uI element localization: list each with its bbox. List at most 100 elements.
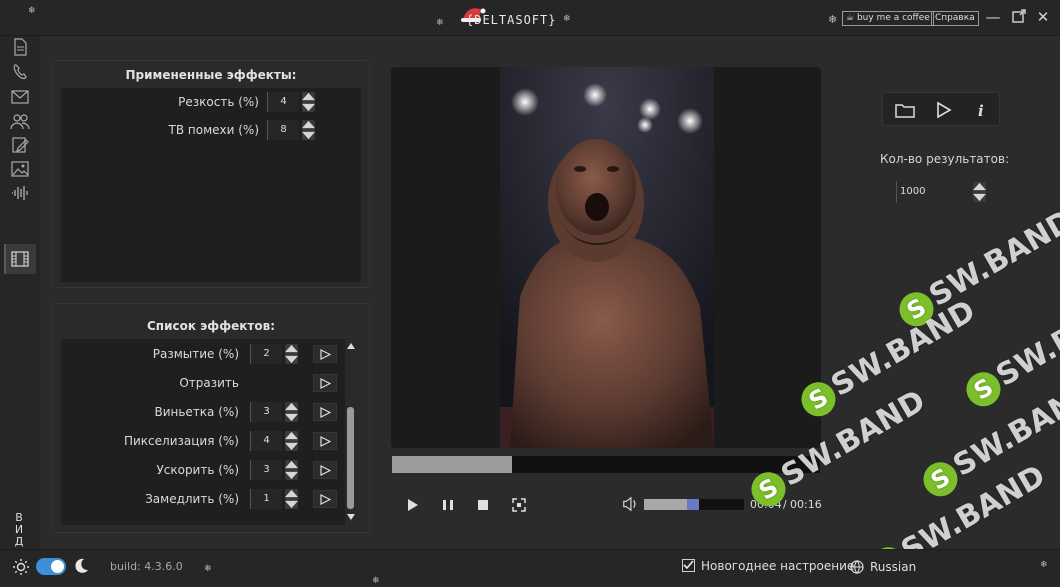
- effect-spinner[interactable]: [285, 489, 298, 509]
- effect-row: Виньетка (%) 3: [61, 401, 345, 423]
- film-icon[interactable]: [10, 250, 30, 268]
- effect-spinner[interactable]: [285, 431, 298, 451]
- build-version: build: 4.3.6.0: [110, 560, 183, 573]
- help-button[interactable]: Справка: [931, 11, 979, 26]
- results-count-spinner[interactable]: [973, 182, 986, 202]
- title-bar: ❄ ❄ ❄ ❄ {DELTASOFT} ☕ buy me a coffee Сп…: [0, 0, 1060, 36]
- effect-label: Отразить: [179, 376, 239, 390]
- video-frame[interactable]: [500, 67, 714, 448]
- effects-scrollbar[interactable]: [344, 343, 358, 523]
- apply-effect-button[interactable]: [313, 374, 337, 392]
- play-outline-icon: [320, 349, 331, 360]
- volume-knob[interactable]: [687, 499, 699, 510]
- phone-icon[interactable]: [10, 63, 30, 81]
- play-outline-icon: [320, 378, 331, 389]
- applied-effect-label: Резкость (%): [178, 95, 259, 109]
- popout-button[interactable]: [1010, 8, 1028, 26]
- mail-icon[interactable]: [10, 88, 30, 106]
- watermark: SSW.BAND: [892, 203, 1060, 333]
- scroll-up-icon[interactable]: [347, 343, 355, 349]
- effect-label: Ускорить (%): [156, 463, 239, 477]
- fullscreen-icon[interactable]: [511, 497, 527, 513]
- svg-text:i: i: [978, 102, 984, 119]
- applied-effect-spinner[interactable]: [302, 92, 315, 112]
- effect-value[interactable]: 1: [250, 489, 282, 509]
- applied-effect-row: Резкость (%) 4: [61, 91, 361, 113]
- checkmark-icon: [683, 560, 694, 570]
- video-progress-bar[interactable]: [392, 456, 820, 473]
- time-separator: /: [783, 498, 787, 511]
- effect-label: Размытие (%): [152, 347, 239, 361]
- play-outline-icon: [320, 465, 331, 476]
- applied-effects-title: Примененные эффекты:: [125, 68, 297, 82]
- effect-value[interactable]: 2: [250, 344, 282, 364]
- logo-text: {DELTASOFT}: [466, 13, 557, 27]
- app-logo: {DELTASOFT}: [458, 6, 568, 30]
- globe-icon[interactable]: [850, 560, 864, 574]
- apply-effect-button[interactable]: [313, 403, 337, 421]
- newyear-checkbox[interactable]: [682, 559, 695, 572]
- effects-list: Размытие (%) 2 Отразить Виньетка (%) 3 Пиксел…: [61, 339, 345, 525]
- effect-value[interactable]: 3: [250, 402, 282, 422]
- buy-coffee-label: buy me a coffee: [856, 13, 930, 23]
- newyear-label: Новогоднее настроение: [701, 559, 855, 573]
- apply-effect-button[interactable]: [313, 432, 337, 450]
- applied-effect-spinner[interactable]: [302, 120, 315, 140]
- applied-effect-row: ТВ помехи (%) 8: [61, 119, 361, 141]
- results-count-label: Кол-во результатов:: [880, 152, 1010, 166]
- snowflake-icon: ❄: [204, 564, 212, 574]
- effect-spinner[interactable]: [285, 344, 298, 364]
- coffee-cup-icon: ☕: [846, 13, 855, 23]
- effect-label: Виньетка (%): [154, 405, 239, 419]
- stop-icon[interactable]: [475, 497, 491, 513]
- effect-row: Ускорить (%) 3: [61, 459, 345, 481]
- apply-effect-button[interactable]: [313, 461, 337, 479]
- effect-label: Пикселизация (%): [123, 434, 239, 448]
- effects-list-panel: Список эффектов: Размытие (%) 2 Отразить Ви…: [52, 303, 370, 533]
- sun-icon[interactable]: [12, 558, 30, 576]
- edit-icon[interactable]: [10, 136, 30, 154]
- image-icon[interactable]: [10, 160, 30, 178]
- volume-slider[interactable]: [644, 499, 744, 510]
- snowflake-icon: ❄: [828, 13, 838, 26]
- file-actions-toolbar: i: [882, 92, 1000, 126]
- watermark: SSW.BAND: [959, 283, 1060, 413]
- play-outline-icon: [320, 436, 331, 447]
- play-icon[interactable]: [404, 497, 420, 513]
- pause-icon[interactable]: [440, 497, 456, 513]
- effect-label: Замедлить (%): [145, 492, 239, 506]
- scroll-thumb[interactable]: [347, 407, 354, 509]
- buy-coffee-button[interactable]: ☕ buy me a coffee: [842, 11, 934, 26]
- applied-effect-label: ТВ помехи (%): [168, 123, 259, 137]
- play-outline-icon: [320, 494, 331, 505]
- users-icon[interactable]: [10, 112, 30, 130]
- close-button[interactable]: ✕: [1034, 8, 1052, 26]
- effect-spinner[interactable]: [285, 402, 298, 422]
- minimize-button[interactable]: —: [984, 8, 1002, 26]
- effect-value[interactable]: 3: [250, 460, 282, 480]
- applied-effects-panel: Примененные эффекты: Резкость (%) 4 ТВ п…: [52, 60, 370, 288]
- effect-row: Замедлить (%) 1: [61, 488, 345, 510]
- language-selector[interactable]: Russian: [870, 560, 916, 574]
- applied-effect-value[interactable]: 8: [267, 120, 299, 140]
- folder-icon[interactable]: [895, 101, 915, 119]
- effect-spinner[interactable]: [285, 460, 298, 480]
- effect-row: Отразить: [61, 372, 345, 394]
- effect-row: Пикселизация (%) 4: [61, 430, 345, 452]
- effects-list-title: Список эффектов:: [147, 319, 275, 333]
- results-count-input[interactable]: 1000: [896, 181, 968, 203]
- theme-toggle[interactable]: [36, 558, 66, 575]
- effect-value[interactable]: 4: [250, 431, 282, 451]
- audio-wave-icon[interactable]: [10, 184, 30, 202]
- apply-effect-button[interactable]: [313, 345, 337, 363]
- play-outline-icon: [320, 407, 331, 418]
- applied-effect-value[interactable]: 4: [267, 92, 299, 112]
- document-icon[interactable]: [10, 38, 30, 56]
- video-progress-fill: [392, 456, 512, 473]
- play-outline-icon[interactable]: [933, 101, 953, 119]
- scroll-down-icon[interactable]: [347, 514, 355, 520]
- info-icon[interactable]: i: [971, 101, 991, 119]
- apply-effect-button[interactable]: [313, 490, 337, 508]
- moon-icon[interactable]: [72, 557, 90, 575]
- volume-icon[interactable]: [622, 496, 638, 512]
